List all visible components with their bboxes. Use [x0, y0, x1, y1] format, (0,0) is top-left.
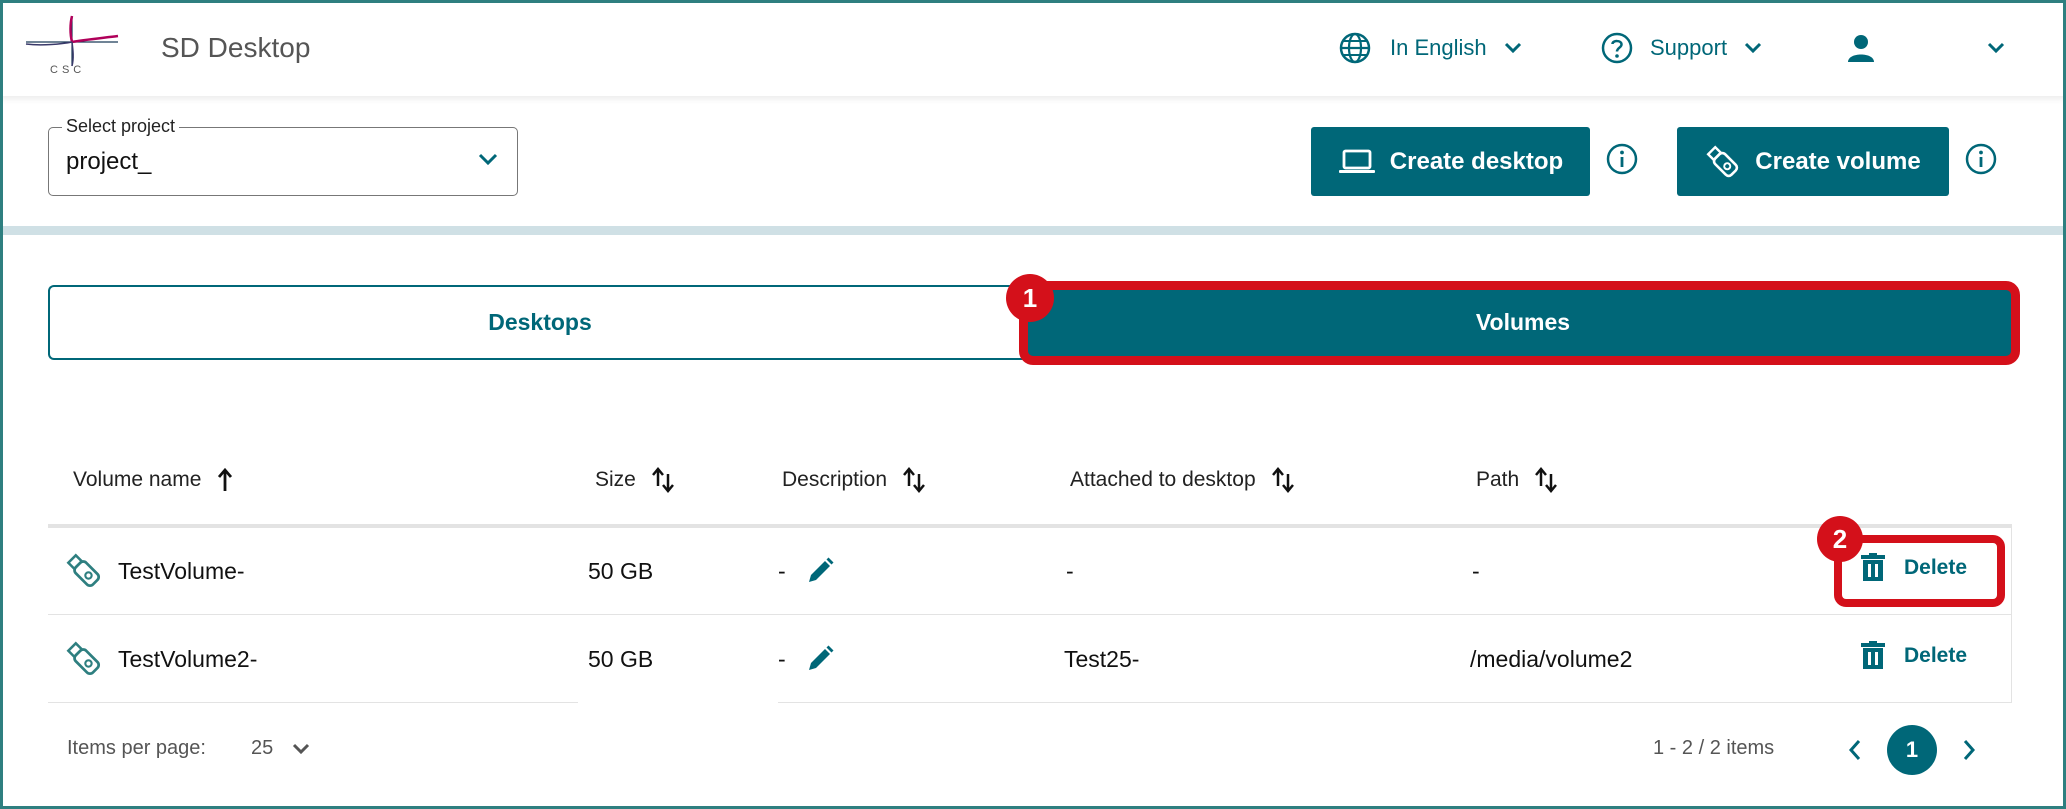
chevron-left-icon[interactable]	[1846, 738, 1864, 762]
create-volume-label: Create volume	[1755, 147, 1921, 175]
sort-icon	[651, 467, 674, 493]
chevron-down-icon	[293, 743, 310, 754]
user-icon	[1848, 35, 1874, 62]
attached-desktop: -	[1066, 557, 1074, 584]
support-menu[interactable]: Support	[1600, 26, 1763, 70]
pagination-range: 1 - 2 / 2 items	[1653, 737, 1775, 759]
page-number-current[interactable]: 1	[1887, 725, 1937, 775]
info-icon[interactable]	[1605, 142, 1639, 176]
column-header-label: Volume name	[73, 468, 202, 491]
sort-icon	[903, 467, 926, 493]
help-circle-icon	[1601, 32, 1633, 64]
usb-drive-icon	[1706, 144, 1739, 177]
language-label: In English	[1390, 35, 1487, 60]
column-header-description[interactable]: Description	[782, 465, 927, 495]
column-header-label: Path	[1476, 468, 1520, 491]
step-badge-1: 1	[1006, 274, 1054, 322]
user-menu[interactable]	[1846, 26, 2006, 70]
redaction-mask	[578, 701, 778, 705]
column-header-volume-name[interactable]: Volume name	[73, 465, 235, 495]
delete-label: Delete	[1904, 644, 1968, 667]
volume-description: -	[778, 645, 786, 672]
column-header-size[interactable]: Size	[595, 465, 676, 495]
usb-drive-icon	[66, 553, 101, 588]
items-per-page-select[interactable]: 25	[251, 737, 311, 760]
usb-drive-icon	[66, 641, 101, 676]
info-icon[interactable]	[1964, 142, 1998, 176]
column-header-label: Description	[782, 468, 888, 491]
volume-name: TestVolume-	[118, 557, 245, 584]
create-desktop-label: Create desktop	[1389, 147, 1564, 175]
chevron-down-icon	[478, 153, 498, 166]
table-row: TestVolume- 50 GB - - - Delete	[48, 527, 2012, 615]
create-desktop-button[interactable]: Create desktop	[1311, 127, 1590, 196]
step-badge-2: 2	[1817, 516, 1863, 562]
sort-icon	[1271, 467, 1294, 493]
chevron-down-icon	[1745, 42, 1762, 54]
table-row: TestVolume2- 50 GB - Test25- /media/volu…	[48, 615, 2012, 703]
project-select-value: project_	[66, 148, 152, 175]
support-label: Support	[1650, 35, 1728, 60]
tab-desktops-label: Desktops	[488, 309, 592, 335]
language-selector[interactable]: In English	[1338, 26, 1523, 70]
app-title: SD Desktop	[161, 32, 311, 63]
edit-pencil-icon[interactable]	[804, 555, 836, 587]
section-divider	[0, 226, 2066, 235]
volume-path: /media/volume2	[1470, 645, 1633, 672]
volume-size: 50 GB	[588, 557, 654, 584]
column-header-label: Size	[595, 468, 636, 491]
attached-desktop: Test25-	[1064, 645, 1140, 672]
volume-description: -	[778, 557, 786, 584]
delete-button[interactable]: Delete	[1860, 641, 1967, 671]
sort-icon	[1535, 467, 1558, 493]
laptop-icon	[1338, 149, 1375, 173]
create-volume-button[interactable]: Create volume	[1677, 127, 1949, 196]
column-header-attached[interactable]: Attached to desktop	[1070, 465, 1296, 495]
sort-ascending-icon	[218, 467, 233, 491]
tab-desktops[interactable]: Desktops	[48, 285, 1030, 360]
chevron-down-icon	[1987, 42, 2005, 54]
column-header-path[interactable]: Path	[1476, 465, 1559, 495]
volume-size: 50 GB	[588, 645, 654, 672]
volumes-tab-highlight	[1019, 281, 2020, 365]
chevron-right-icon[interactable]	[1960, 738, 1978, 762]
edit-pencil-icon[interactable]	[804, 643, 836, 675]
volume-path: -	[1472, 557, 1480, 584]
chevron-down-icon	[1504, 42, 1521, 54]
project-select-label: Select project	[62, 116, 180, 137]
column-header-label: Attached to desktop	[1070, 468, 1256, 491]
items-per-page-value: 25	[251, 737, 274, 759]
top-header: CSC SD Desktop In English Support	[0, 0, 2066, 96]
items-per-page-label: Items per page:	[67, 737, 206, 759]
globe-icon	[1339, 32, 1371, 64]
trash-icon	[1861, 641, 1885, 669]
logo-text: CSC	[50, 64, 86, 76]
volume-name: TestVolume2-	[118, 645, 258, 672]
project-select[interactable]: Select project project_	[48, 116, 518, 196]
